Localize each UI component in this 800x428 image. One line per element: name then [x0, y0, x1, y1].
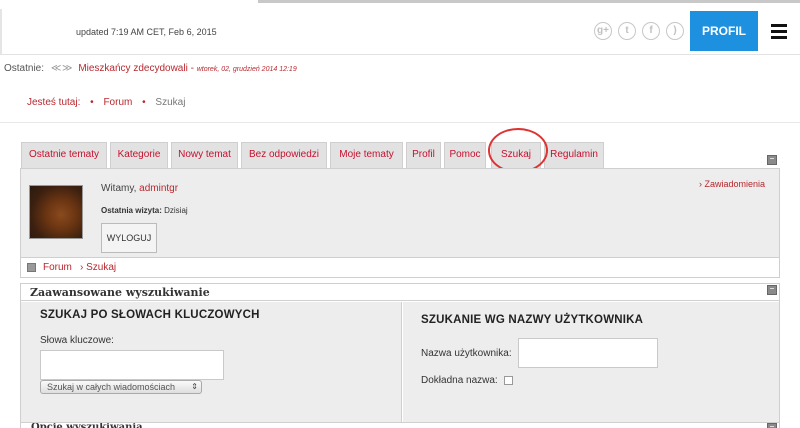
- last-visit: Ostatnia wizyta: Dzisiaj: [101, 206, 188, 215]
- advanced-search-title: Zaawansowane wyszukiwanie: [21, 284, 779, 301]
- forum-crumb-search-link[interactable]: › Szukaj: [80, 262, 116, 273]
- forum-crumb-forum-link[interactable]: Forum: [43, 262, 72, 273]
- keywords-column: SZUKAJ PO SŁOWACH KLUCZOWYCH Słowa klucz…: [21, 302, 402, 422]
- updated-timestamp: updated 7:19 AM CET, Feb 6, 2015: [76, 27, 217, 37]
- latest-news-link[interactable]: Mieszkańcy zdecydowali: [78, 63, 188, 74]
- advanced-search-panel: Zaawansowane wyszukiwanie SZUKAJ PO SŁOW…: [20, 283, 780, 428]
- tab-ostatnie-tematy[interactable]: Ostatnie tematy: [21, 142, 107, 168]
- select-arrows-icon: ⇕: [191, 382, 198, 391]
- rss-icon[interactable]: ): [666, 22, 684, 40]
- news-nav-arrows-icon[interactable]: ≪ ≫: [51, 63, 73, 74]
- exact-name-label: Dokładna nazwa:: [421, 375, 498, 386]
- welcome-label: Witamy,: [101, 183, 140, 194]
- tab-moje-tematy[interactable]: Moje tematy: [330, 142, 403, 168]
- profil-button[interactable]: PROFIL: [690, 11, 758, 51]
- latest-label: Ostatnie:: [4, 63, 45, 74]
- collapse-icon[interactable]: [767, 155, 777, 165]
- logout-button[interactable]: WYLOGUJ: [101, 223, 157, 253]
- google-plus-icon[interactable]: g+: [594, 22, 612, 40]
- tab-nowy-temat[interactable]: Nowy temat: [171, 142, 238, 168]
- keywords-label: Słowa kluczowe:: [40, 335, 114, 346]
- user-panel: Witamy, admintgr Ostatnia wizyta: Dzisia…: [20, 168, 780, 258]
- keywords-heading: SZUKAJ PO SŁOWACH KLUCZOWYCH: [40, 309, 260, 321]
- latest-news-date: wtorek, 02, grudzień 2014 12:19: [196, 66, 297, 73]
- breadcrumb-bullet: •: [142, 97, 146, 108]
- breadcrumb-label: Jesteś tutaj:: [27, 97, 81, 108]
- search-scope-select[interactable]: Szukaj w całych wiadomościach ⇕: [40, 380, 202, 394]
- exact-name-checkbox[interactable]: [504, 376, 513, 385]
- username-heading: SZUKANIE WG NAZWY UŻYTKOWNIKA: [421, 314, 644, 326]
- search-scope-value: Szukaj w całych wiadomościach: [47, 382, 176, 392]
- header-left-rule: [0, 9, 2, 55]
- top-bar-line: [258, 0, 800, 3]
- username-column: SZUKANIE WG NAZWY UŻYTKOWNIKA Nazwa użyt…: [403, 302, 779, 422]
- forum-square-icon: [27, 263, 36, 272]
- hamburger-menu-icon[interactable]: [771, 24, 787, 39]
- latest-news-bar: Ostatnie: ≪ ≫ Mieszkańcy zdecydowali - w…: [4, 63, 297, 74]
- tab-bez-odpowiedzi[interactable]: Bez odpowiedzi: [241, 142, 327, 168]
- last-visit-label: Ostatnia wizyta:: [101, 206, 162, 215]
- breadcrumb-forum-link[interactable]: Forum: [103, 97, 132, 108]
- welcome-text: Witamy, admintgr: [101, 183, 178, 194]
- forum-breadcrumb: Forum › Szukaj: [20, 258, 780, 278]
- next-section-title: Opcje wyszukiwania: [31, 423, 143, 428]
- keywords-input[interactable]: [40, 350, 224, 380]
- tab-kategorie[interactable]: Kategorie: [110, 142, 168, 168]
- username-input[interactable]: [518, 338, 658, 368]
- highlight-circle: [488, 128, 548, 173]
- breadcrumb-bullet: •: [90, 97, 94, 108]
- breadcrumb: Jesteś tutaj: • Forum • Szukaj: [27, 97, 185, 108]
- notifications-link[interactable]: › Zawiadomienia: [699, 179, 765, 189]
- collapse-icon[interactable]: [767, 423, 777, 428]
- twitter-icon[interactable]: t: [618, 22, 636, 40]
- facebook-icon[interactable]: f: [642, 22, 660, 40]
- collapse-icon[interactable]: [767, 285, 777, 295]
- site-header: updated 7:19 AM CET, Feb 6, 2015 g+ t f …: [0, 9, 800, 55]
- tab-pomoc[interactable]: Pomoc: [444, 142, 486, 168]
- divider: [0, 122, 800, 123]
- latest-separator: -: [187, 63, 197, 74]
- tab-profil[interactable]: Profil: [406, 142, 441, 168]
- tab-regulamin[interactable]: Regulamin: [544, 142, 604, 168]
- breadcrumb-current: Szukaj: [155, 97, 186, 108]
- avatar: [29, 185, 83, 239]
- username-link[interactable]: admintgr: [139, 183, 178, 194]
- last-visit-value: Dzisiaj: [161, 206, 188, 215]
- username-label: Nazwa użytkownika:: [421, 348, 512, 359]
